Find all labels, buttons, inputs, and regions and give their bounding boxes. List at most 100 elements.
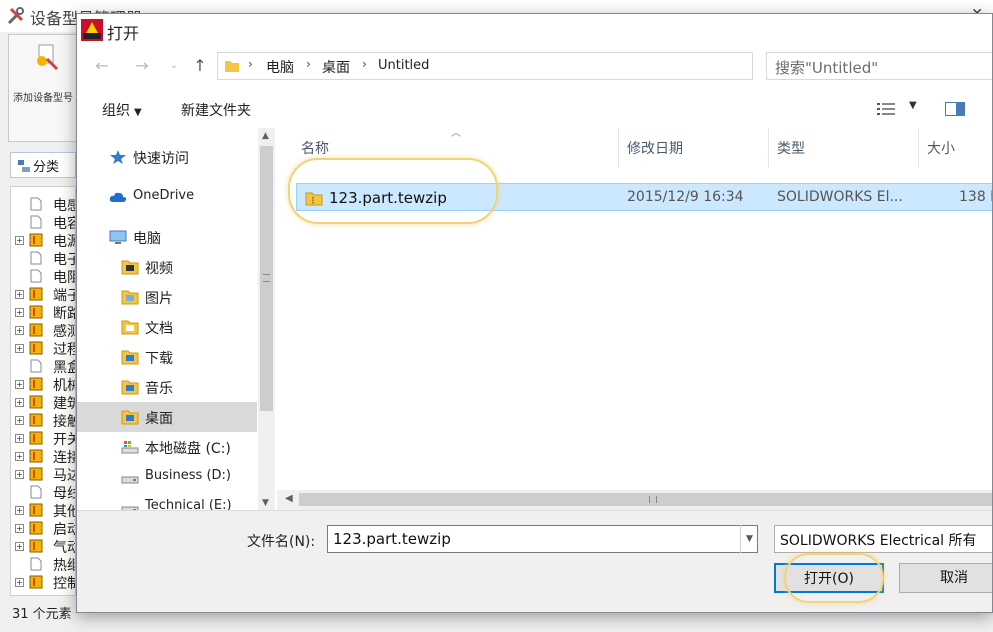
breadcrumb-separator-icon[interactable]: › (306, 57, 311, 71)
view-options-caret-icon[interactable]: ▼ (909, 100, 917, 111)
highlight-annotation (288, 158, 498, 224)
tree-item[interactable]: 电阻 (11, 267, 75, 286)
new-folder-button[interactable]: 新建文件夹 (181, 100, 251, 120)
nav-item[interactable]: 音乐 (77, 372, 257, 402)
nav-item[interactable]: 图片 (77, 282, 257, 312)
navigation-scrollbar[interactable]: ▲ ▼ (258, 128, 275, 510)
file-list-horizontal-scrollbar[interactable]: ◀ (277, 490, 992, 510)
scroll-up-icon[interactable]: ▲ (262, 131, 269, 141)
video-folder-icon (121, 259, 139, 275)
tree-item[interactable]: + 接触 (11, 411, 75, 430)
breadcrumb-computer[interactable]: 电脑 (266, 57, 294, 77)
column-header-modified[interactable]: 修改日期 (619, 128, 769, 168)
nav-item[interactable]: 下载 (77, 342, 257, 372)
tree-item-label: 感测 (53, 324, 75, 340)
tree-item[interactable]: 电子 (11, 249, 75, 268)
expand-icon[interactable]: + (15, 380, 24, 389)
expand-icon[interactable]: + (15, 470, 24, 479)
book-icon (29, 467, 43, 481)
preview-pane-icon[interactable] (945, 102, 965, 116)
nav-item[interactable]: OneDrive (77, 182, 257, 212)
tree-item[interactable]: + 控制 (11, 573, 75, 592)
breadcrumb-separator-icon[interactable]: › (248, 57, 253, 71)
tree-item[interactable]: 电容 (11, 213, 75, 232)
horizontal-scroll-thumb[interactable] (299, 493, 992, 506)
nav-item[interactable]: 视频 (77, 252, 257, 282)
tree-item[interactable]: + 建筑 (11, 393, 75, 412)
nav-item-label: 桌面 (145, 411, 173, 427)
expand-icon[interactable]: + (15, 326, 24, 335)
page-icon (30, 359, 42, 373)
expand-icon[interactable]: + (15, 416, 24, 425)
tree-item[interactable]: + 启动 (11, 519, 75, 538)
cancel-button[interactable]: 取消 (899, 563, 992, 593)
tree-item[interactable]: + 马达 (11, 465, 75, 484)
expand-icon[interactable]: + (15, 434, 24, 443)
tree-item[interactable]: + 过程 (11, 339, 75, 358)
nav-item[interactable]: 本地磁盘 (C:) (77, 432, 257, 462)
tree-item-label: 马达 (53, 468, 75, 484)
view-options-icon[interactable] (877, 102, 895, 116)
tree-item[interactable]: + 其他 (11, 501, 75, 520)
tree-item[interactable]: + 开关 (11, 429, 75, 448)
expand-icon[interactable]: + (15, 290, 24, 299)
forward-arrow-icon[interactable]: → (131, 55, 153, 77)
tree-item[interactable]: + 断路 (11, 303, 75, 322)
expand-icon[interactable]: + (15, 344, 24, 353)
breadcrumb-separator-icon[interactable]: › (362, 57, 367, 71)
address-bar[interactable]: › 电脑 › 桌面 › Untitled ⌵ ↻ (217, 52, 888, 80)
expand-icon[interactable]: + (15, 236, 24, 245)
scroll-left-icon[interactable]: ◀ (285, 493, 293, 504)
recent-locations-chevron-icon[interactable]: ⌄ (163, 55, 185, 77)
expand-icon[interactable]: + (15, 542, 24, 551)
category-tab[interactable]: 分类 (10, 152, 76, 178)
scroll-down-icon[interactable]: ▼ (262, 498, 269, 508)
filename-input[interactable]: 123.part.tewzip (327, 525, 758, 553)
tree-item-label: 控制 (53, 576, 75, 592)
book-icon (29, 539, 43, 553)
expand-icon[interactable]: + (15, 524, 24, 533)
tree-item[interactable]: + 电源 (11, 231, 75, 250)
tree-item[interactable]: 母线 (11, 483, 75, 502)
filename-dropdown-icon[interactable]: ▼ (740, 525, 758, 553)
tree-item[interactable]: 电感 (11, 195, 75, 214)
nav-item[interactable]: 文档 (77, 312, 257, 342)
column-header-type[interactable]: 类型 (769, 128, 919, 168)
navigation-pane: 快速访问 OneDrive 电脑 视频 图片 文档 下载音乐桌面本地磁盘 (C:) Busin… (77, 128, 275, 510)
ribbon-add-device-button[interactable]: 添加设备型号 (8, 34, 78, 142)
nav-item[interactable]: 电脑 (77, 222, 257, 252)
organize-button[interactable]: 组织 ▼ (102, 100, 142, 120)
expand-icon[interactable]: + (15, 398, 24, 407)
tree-item-label: 接触 (53, 414, 75, 430)
back-arrow-icon[interactable]: ← (91, 55, 113, 77)
expand-icon[interactable]: + (15, 578, 24, 587)
file-type-filter-select[interactable]: SOLIDWORKS Electrical 所有 (774, 525, 992, 553)
column-header-size[interactable]: 大小 (919, 128, 992, 168)
book-icon (29, 377, 43, 391)
nav-item[interactable]: Business (D:) (77, 462, 257, 492)
tree-item[interactable]: + 感测 (11, 321, 75, 340)
up-arrow-icon[interactable]: ↑ (189, 55, 211, 77)
nav-item[interactable]: 快速访问 (77, 142, 257, 172)
breadcrumb-untitled[interactable]: Untitled (378, 58, 429, 73)
tree-item[interactable]: + 机械 (11, 375, 75, 394)
expand-icon[interactable]: + (15, 452, 24, 461)
nav-item[interactable]: Technical (E:) (77, 492, 257, 510)
tree-item[interactable]: 热继 (11, 555, 75, 574)
tree-item[interactable]: + 连接 (11, 447, 75, 466)
page-icon (30, 269, 42, 283)
search-input[interactable]: 搜索"Untitled" (766, 52, 992, 80)
navigation-scroll-thumb[interactable] (260, 146, 273, 411)
file-list: ︿ 名称 修改日期 类型 大小 123.part.tewzip 2015/12/… (276, 128, 992, 510)
dialog-titlebar: 打开 (77, 14, 992, 46)
breadcrumb-desktop[interactable]: 桌面 (322, 57, 350, 77)
nav-item-label: 音乐 (145, 381, 173, 397)
nav-item[interactable]: 桌面 (77, 402, 257, 432)
file-modified: 2015/12/9 16:34 (627, 189, 744, 205)
tree-item[interactable]: + 端子 (11, 285, 75, 304)
tree-item[interactable]: 黑盒 (11, 357, 75, 376)
tree-item[interactable]: + 气动 (11, 537, 75, 556)
expand-icon[interactable]: + (15, 308, 24, 317)
expand-icon[interactable]: + (15, 506, 24, 515)
nav-item-label: Technical (E:) (145, 498, 232, 510)
